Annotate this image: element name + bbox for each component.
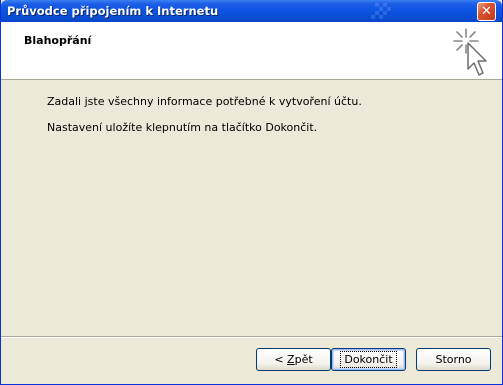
page-title: Blahopřání [24,34,92,47]
finish-button[interactable]: Dokončit [331,348,406,371]
content-line-2: Nastavení uložíte klepnutím na tlačítko … [47,121,318,134]
button-separator [1,336,502,338]
wizard-header: Blahopřání [1,22,502,80]
titlebar-pattern-decoration [371,3,391,19]
back-label-rest: pět [294,353,313,366]
title-bar[interactable]: Průvodce připojením k Internetu ✕ [1,0,502,22]
cancel-button[interactable]: Storno [416,348,491,371]
close-button[interactable]: ✕ [477,2,496,21]
back-button[interactable]: < Zpět [256,348,331,371]
wizard-window: Průvodce připojením k Internetu ✕ Blahop… [0,0,503,385]
wizard-cursor-sparkle-icon [453,28,487,76]
window-title: Průvodce připojením k Internetu [7,4,219,18]
finish-label: Dokončit [340,351,397,368]
back-label-prefix: < [274,353,288,366]
back-label-hotkey: Z [287,353,295,366]
content-line-1: Zadali jste všechny informace potřebné k… [47,95,362,108]
close-icon: ✕ [481,4,492,19]
cancel-label: Storno [435,353,472,366]
